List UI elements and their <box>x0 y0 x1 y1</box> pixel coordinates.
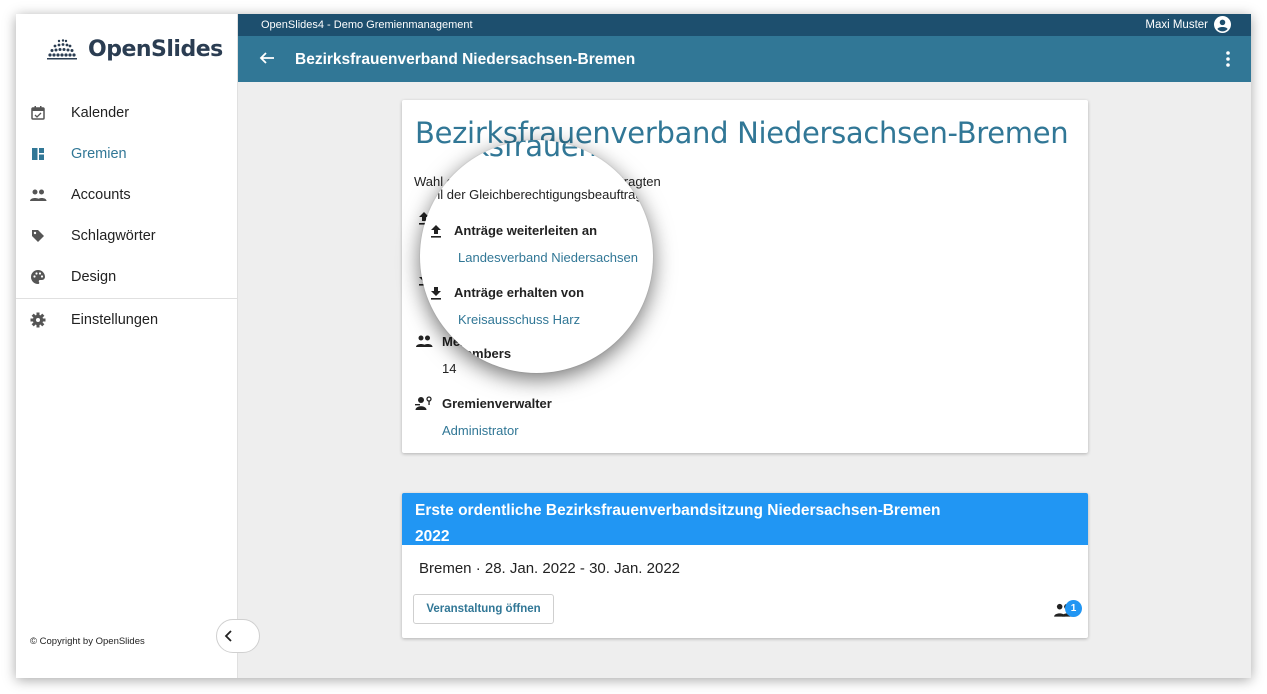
magnified-receive-heading: Anträge erhalten von <box>430 285 584 300</box>
openslides-logo-icon <box>47 39 77 60</box>
back-arrow-icon[interactable] <box>258 49 276 67</box>
sidebar-item-label: Kalender <box>71 104 130 121</box>
calendar-icon <box>28 103 48 123</box>
palette-icon <box>28 267 48 287</box>
copyright-text: © Copyright by OpenSlides <box>30 636 145 647</box>
meeting-title-line2: 2022 <box>415 528 450 545</box>
members-count: 14 <box>442 361 457 376</box>
magnified-receive-label: Anträge erhalten von <box>454 285 585 300</box>
user-name: Maxi Muster <box>1145 18 1208 31</box>
sidebar-item-einstellungen[interactable]: Einstellungen <box>16 299 238 340</box>
sidebar-item-kalender[interactable]: Kalender <box>16 92 238 133</box>
sidebar-item-label: Gremien <box>71 145 127 162</box>
gear-icon <box>28 310 48 330</box>
magnified-forward-link[interactable]: Landesverband Niedersachsen <box>458 250 638 265</box>
people-icon <box>431 348 448 360</box>
meeting-location-date: Bremen · 28. Jan. 2022 - 30. Jan. 2022 <box>419 560 680 577</box>
people-icon <box>28 185 48 205</box>
managers-heading: Gremienverwalter <box>414 395 552 411</box>
open-meeting-button[interactable]: Veranstaltung öffnen <box>413 594 554 624</box>
magnified-forward-heading: Anträge weiterleiten an <box>430 223 597 238</box>
magnified-members-heading: Members <box>430 346 511 361</box>
sidebar-collapse-button[interactable] <box>216 619 260 653</box>
window-title: OpenSlides4 - Demo Gremienmanagement <box>261 19 473 31</box>
app-window: OpenSlides Kalender Gremien Accounts Sch… <box>16 14 1251 678</box>
download-icon <box>431 286 441 300</box>
chevron-left-icon <box>224 630 232 642</box>
magnified-receive-link[interactable]: Kreisausschuss Harz <box>458 312 580 327</box>
managers-label: Gremienverwalter <box>442 395 552 411</box>
sidebar-item-design[interactable]: Design <box>16 256 238 297</box>
app-topbar: OpenSlides4 - Demo Gremienmanagement Max… <box>238 14 1251 36</box>
account-circle-icon <box>1214 16 1231 33</box>
page-title: Bezirksfrauenverband Niedersachsen-Breme… <box>295 51 636 68</box>
dashboard-icon <box>28 144 48 164</box>
sidebar-item-schlagwoerter[interactable]: Schlagwörter <box>16 215 238 256</box>
page-header: Bezirksfrauenverband Niedersachsen-Breme… <box>238 36 1251 82</box>
magnified-committee-title: Bezirksfrauenverband Niedersachsen-Breme… <box>420 140 653 163</box>
sidebar-item-label: Schlagwörter <box>71 227 156 244</box>
sidebar: OpenSlides Kalender Gremien Accounts Sch… <box>16 14 238 678</box>
magnifier-lens: Bezirksfrauenverband Niedersachsen-Breme… <box>420 140 653 373</box>
manager-link[interactable]: Administrator <box>442 423 519 438</box>
sidebar-item-accounts[interactable]: Accounts <box>16 174 238 215</box>
magnified-members-label: Members <box>454 346 512 361</box>
logo-text: OpenSlides <box>88 36 223 62</box>
meeting-card: Erste ordentliche Bezirksfrauenverbandsi… <box>402 493 1088 638</box>
more-vert-icon[interactable] <box>1225 50 1231 68</box>
meeting-title[interactable]: Erste ordentliche Bezirksfrauenverbandsi… <box>402 493 1088 545</box>
sidebar-item-label: Accounts <box>71 186 131 203</box>
sidebar-item-gremien[interactable]: Gremien <box>16 133 238 174</box>
sidebar-item-label: Einstellungen <box>71 311 159 328</box>
tag-icon <box>28 226 48 246</box>
meeting-title-line1: Erste ordentliche Bezirksfrauenverbandsi… <box>415 502 941 519</box>
user-menu[interactable]: Maxi Muster <box>1145 16 1231 33</box>
magnified-description: Wahl der Gleichberechtigungsbeauftragten <box>420 187 653 202</box>
sidebar-item-label: Design <box>71 268 117 285</box>
participants-badge: 1 <box>1065 600 1082 617</box>
sidebar-nav: Kalender Gremien Accounts Schlagwörter D… <box>16 92 238 340</box>
openslides-logo[interactable]: OpenSlides <box>44 34 223 64</box>
magnified-forward-label: Anträge weiterleiten an <box>454 223 598 238</box>
manager-icon <box>414 395 434 411</box>
upload-icon <box>431 224 441 238</box>
